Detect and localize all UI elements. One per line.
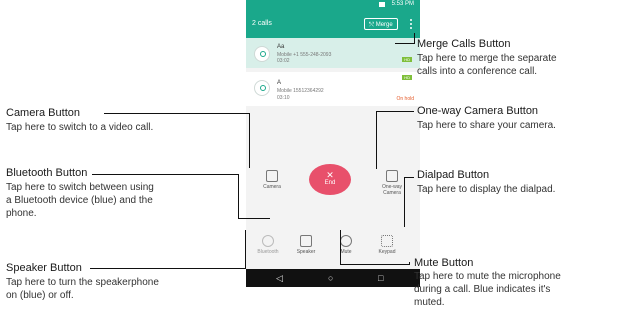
call-duration: 03:02 bbox=[277, 58, 290, 64]
keypad-button[interactable]: Keypad bbox=[367, 235, 407, 255]
more-options-icon[interactable] bbox=[409, 18, 413, 32]
bluetooth-callout-title: Bluetooth Button bbox=[6, 167, 88, 179]
bluetooth-desc-3: phone. bbox=[6, 208, 37, 219]
recent-apps-icon[interactable]: □ bbox=[378, 272, 383, 284]
camera-button[interactable]: Camera bbox=[252, 170, 292, 190]
status-time: 5:53 PM bbox=[391, 1, 414, 7]
mute-leader-tick bbox=[409, 262, 410, 265]
hd-badge: HD bbox=[402, 75, 412, 80]
keypad-label: Keypad bbox=[378, 249, 396, 255]
camera-label: Camera bbox=[263, 184, 281, 190]
camera-callout-desc: Tap here to switch to a video call. bbox=[6, 122, 154, 133]
merge-leader-h bbox=[395, 43, 414, 44]
bluetooth-desc-1: Tap here to switch between using bbox=[6, 182, 154, 193]
speaker-button[interactable]: Speaker bbox=[286, 235, 326, 255]
bluetooth-leader-h bbox=[92, 174, 238, 175]
one-way-camera-button[interactable]: One-way Camera bbox=[372, 170, 412, 196]
call-item-active[interactable]: Aa Mobile +1 555-248-2093 03:02 HD bbox=[246, 38, 420, 68]
merge-leader-v bbox=[414, 33, 415, 44]
merge-callout-desc: Tap here to merge the separate calls int… bbox=[417, 52, 557, 78]
speaker-label: Speaker bbox=[296, 249, 316, 255]
dialpad-leader-h bbox=[404, 177, 414, 178]
battery-icon bbox=[379, 2, 385, 7]
oneway-leader-h bbox=[376, 111, 414, 112]
camera-leader-v bbox=[249, 113, 250, 168]
mute-desc-3: muted. bbox=[414, 297, 445, 308]
calls-count: 2 calls bbox=[252, 20, 272, 27]
navigation-bar: ◁ ○ □ bbox=[246, 269, 420, 287]
speaker-leader-h bbox=[90, 268, 245, 269]
caller-name: A bbox=[277, 80, 282, 86]
hold-status: On hold bbox=[396, 96, 414, 102]
dialpad-icon bbox=[381, 235, 393, 247]
mute-leader-v bbox=[340, 230, 341, 264]
call-header: 2 calls ⤲ Merge bbox=[246, 10, 420, 38]
end-call-button[interactable]: ✕ End bbox=[309, 164, 351, 195]
mute-leader-h bbox=[340, 264, 410, 265]
merge-desc-2: calls into a conference call. bbox=[417, 66, 538, 77]
bluetooth-label: Bluetooth bbox=[257, 249, 279, 255]
speaker-callout-title: Speaker Button bbox=[6, 262, 82, 274]
bluetooth-button[interactable]: Bluetooth bbox=[248, 235, 288, 255]
speaker-callout-desc: Tap here to turn the speakerphone on (bl… bbox=[6, 276, 159, 302]
camera-leader-h bbox=[104, 113, 249, 114]
caller-name: Aa bbox=[277, 44, 285, 50]
dialpad-callout-desc: Tap here to display the dialpad. bbox=[417, 184, 556, 195]
mute-icon bbox=[340, 235, 352, 247]
oneway-callout-title: One-way Camera Button bbox=[417, 105, 539, 117]
hd-badge: HD bbox=[402, 57, 412, 62]
mute-button[interactable]: Mute bbox=[326, 235, 366, 255]
bluetooth-callout-desc: Tap here to switch between using a Bluet… bbox=[6, 181, 154, 220]
dialpad-callout-title: Dialpad Button bbox=[417, 169, 490, 181]
bluetooth-icon bbox=[262, 235, 274, 247]
end-call-icon: ✕ bbox=[326, 170, 334, 180]
one-way-label-2: Camera bbox=[383, 190, 401, 196]
bluetooth-leader-v bbox=[238, 174, 239, 219]
video-camera-icon bbox=[266, 170, 278, 182]
phone-screen: 5:53 PM 2 calls ⤲ Merge Aa Mobile +1 555… bbox=[246, 0, 420, 287]
oneway-leader-v bbox=[376, 111, 377, 169]
speaker-desc-1: Tap here to turn the speakerphone bbox=[6, 277, 159, 288]
call-duration: 03:10 bbox=[277, 95, 290, 101]
camera-callout-title: Camera Button bbox=[6, 107, 80, 119]
avatar bbox=[254, 46, 270, 62]
bluetooth-desc-2: a Bluetooth device (blue) and the bbox=[6, 195, 153, 206]
home-icon[interactable]: ○ bbox=[328, 272, 333, 284]
call-item-held[interactable]: A Mobile 15512364292 03:10 HD On hold bbox=[246, 72, 420, 106]
merge-callout-title: Merge Calls Button bbox=[417, 38, 511, 50]
oneway-callout-desc: Tap here to share your camera. bbox=[417, 120, 556, 131]
one-way-camera-icon bbox=[386, 170, 398, 182]
avatar bbox=[254, 80, 270, 96]
mute-desc-1: Tap here to mute the microphone bbox=[414, 271, 561, 282]
merge-desc-1: Tap here to merge the separate bbox=[417, 53, 557, 64]
speaker-icon bbox=[300, 235, 312, 247]
end-call-label: End bbox=[324, 180, 336, 186]
mute-desc-2: during a call. Blue indicates it's bbox=[414, 284, 551, 295]
bluetooth-leader-h2 bbox=[238, 218, 270, 219]
mute-callout-title: Mute Button bbox=[414, 257, 474, 269]
dialpad-leader-v bbox=[404, 177, 405, 227]
merge-label: Merge bbox=[375, 22, 393, 28]
caller-number: Mobile 15512364292 bbox=[277, 88, 324, 94]
back-icon[interactable]: ◁ bbox=[276, 272, 283, 284]
speaker-leader-v bbox=[245, 230, 246, 269]
merge-calls-button[interactable]: ⤲ Merge bbox=[364, 18, 398, 30]
mute-label: Mute bbox=[340, 249, 352, 255]
speaker-desc-2: on (blue) or off. bbox=[6, 290, 74, 301]
mute-callout-desc: Tap here to mute the microphone during a… bbox=[414, 270, 561, 309]
status-bar: 5:53 PM bbox=[246, 0, 420, 10]
